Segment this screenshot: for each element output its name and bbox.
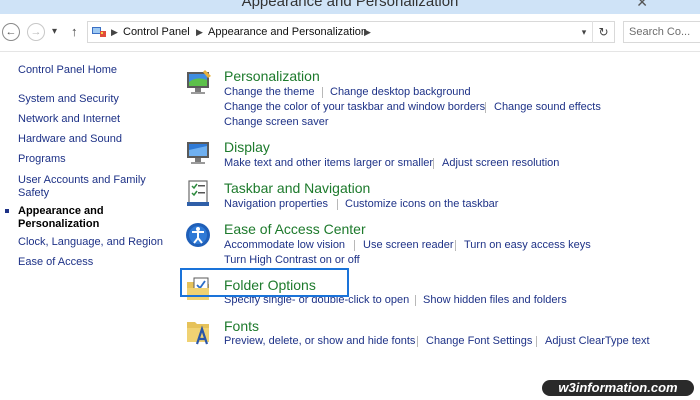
sidebar: Control Panel Home System and Security N… [0, 52, 175, 400]
breadcrumb-separator-icon: ▶ [111, 27, 118, 37]
breadcrumb-control-panel[interactable]: Control Panel [123, 22, 190, 42]
sidebar-item-ease-of-access[interactable]: Ease of Access [18, 256, 168, 269]
sidebar-item-user-accounts[interactable]: User Accounts and Family Safety [18, 174, 148, 200]
category-fonts[interactable]: Fonts [224, 318, 259, 334]
link-change-screen-saver[interactable]: Change screen saver [224, 116, 329, 129]
separator [415, 295, 416, 306]
link-change-font-settings[interactable]: Change Font Settings [426, 335, 532, 348]
link-change-theme[interactable]: Change the theme [224, 86, 315, 99]
link-change-desktop-background[interactable]: Change desktop background [330, 86, 471, 99]
back-button[interactable]: ← [2, 23, 20, 41]
link-customize-taskbar-icons[interactable]: Customize icons on the taskbar [345, 198, 498, 211]
separator [337, 199, 338, 210]
sidebar-item-hardware-sound[interactable]: Hardware and Sound [18, 133, 168, 146]
window-title: Appearance and Personalization [241, 0, 459, 10]
separator [536, 336, 537, 347]
sidebar-item-programs[interactable]: Programs [18, 153, 168, 166]
separator [322, 87, 323, 98]
sidebar-item-appearance: Appearance and Personalization [18, 205, 104, 230]
category-display[interactable]: Display [224, 139, 270, 155]
close-icon[interactable]: ✕ [636, 0, 648, 11]
taskbar-icon[interactable] [185, 179, 213, 209]
category-personalization[interactable]: Personalization [224, 68, 320, 84]
separator [433, 158, 434, 169]
link-adjust-screen-resolution[interactable]: Adjust screen resolution [442, 157, 559, 170]
link-navigation-properties[interactable]: Navigation properties [224, 198, 328, 211]
folder-options-highlight [180, 268, 349, 297]
category-taskbar-navigation[interactable]: Taskbar and Navigation [224, 180, 370, 196]
separator [417, 336, 418, 347]
link-turn-high-contrast[interactable]: Turn High Contrast on or off [224, 254, 360, 267]
display-icon[interactable] [185, 138, 213, 168]
link-turn-on-easy-access-keys[interactable]: Turn on easy access keys [464, 239, 591, 252]
link-preview-fonts[interactable]: Preview, delete, or show and hide fonts [224, 335, 415, 348]
breadcrumb-separator-icon: ▶ [196, 27, 203, 37]
link-make-text-larger[interactable]: Make text and other items larger or smal… [224, 157, 433, 170]
search-input[interactable]: Search Co... [623, 21, 700, 43]
ease-of-access-icon[interactable] [185, 220, 213, 250]
main-content: Personalization Change the theme Change … [175, 52, 700, 400]
link-adjust-cleartype[interactable]: Adjust ClearType text [545, 335, 650, 348]
address-box[interactable]: ▶ Control Panel ▶ Appearance and Persona… [87, 21, 615, 43]
address-dropdown-icon[interactable]: ▾ [575, 21, 593, 43]
sidebar-item-network-internet[interactable]: Network and Internet [18, 113, 168, 126]
separator [354, 240, 355, 251]
breadcrumb-appearance[interactable]: Appearance and Personalization [208, 22, 367, 42]
recent-pages-chevron-icon[interactable]: ▾ [52, 24, 57, 40]
sidebar-item-control-panel-home[interactable]: Control Panel Home [18, 64, 168, 77]
up-arrow-icon[interactable]: ↑ [71, 24, 78, 40]
link-use-screen-reader[interactable]: Use screen reader [363, 239, 454, 252]
link-accommodate-low-vision[interactable]: Accommodate low vision [224, 239, 345, 252]
fonts-icon[interactable] [185, 316, 213, 346]
category-ease-of-access[interactable]: Ease of Access Center [224, 221, 366, 237]
personalization-icon[interactable] [185, 68, 213, 98]
link-change-taskbar-color[interactable]: Change the color of your taskbar and win… [224, 101, 485, 114]
forward-button[interactable]: → [27, 23, 45, 41]
separator [455, 240, 456, 251]
watermark: w3information.com [542, 380, 694, 396]
control-panel-icon [92, 27, 106, 37]
title-bar: Appearance and Personalization ✕ [0, 0, 700, 14]
separator [485, 102, 486, 113]
sidebar-item-system-security[interactable]: System and Security [18, 93, 168, 106]
link-change-sound-effects[interactable]: Change sound effects [494, 101, 601, 114]
refresh-icon[interactable]: ↻ [592, 21, 614, 43]
breadcrumb-separator-icon: ▶ [364, 27, 371, 37]
sidebar-item-clock-language[interactable]: Clock, Language, and Region [18, 236, 168, 249]
address-toolbar: ← → ▾ ↑ ▶ Control Panel ▶ Appearance and… [0, 14, 700, 52]
active-bullet-icon [5, 209, 9, 213]
link-show-hidden-files[interactable]: Show hidden files and folders [423, 294, 567, 307]
